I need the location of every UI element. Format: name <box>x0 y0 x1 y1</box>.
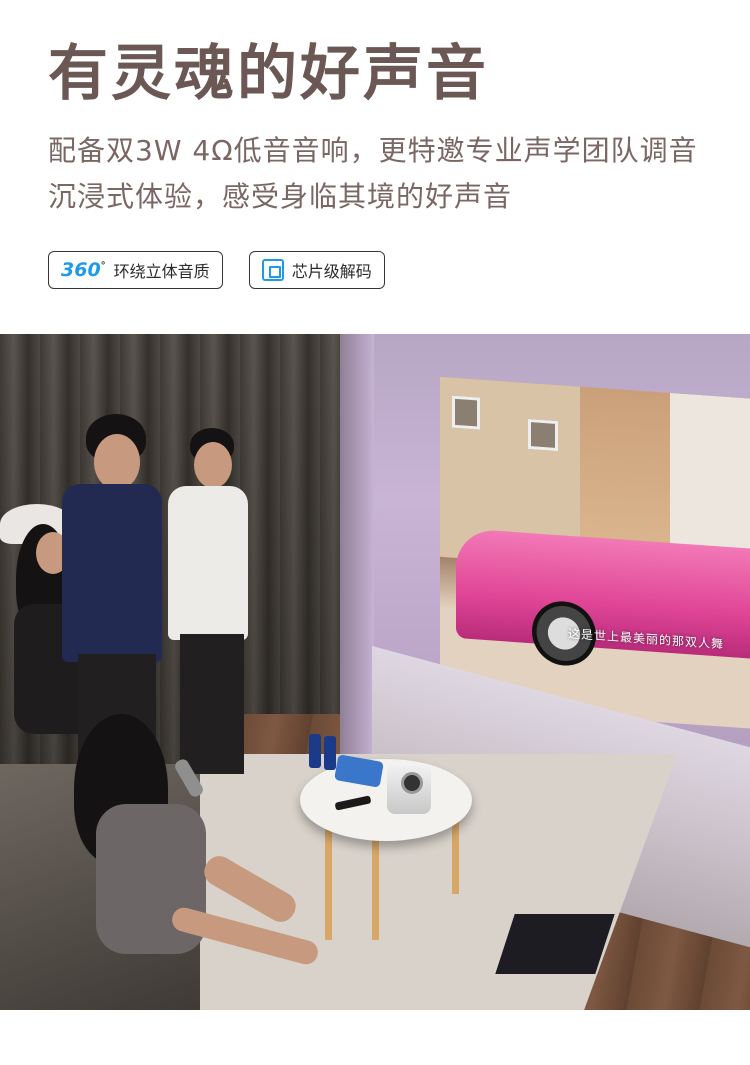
badge-chip-label: 芯片级解码 <box>291 262 372 281</box>
table-leg <box>325 814 332 940</box>
feature-description: 配备双3W 4Ω低音音响，更特邀专业声学团队调音 沉浸式体验，感受身临其境的好声… <box>48 128 728 220</box>
table-leg <box>372 824 379 940</box>
description-line-2: 沉浸式体验，感受身临其境的好声音 <box>48 180 513 213</box>
table-leg <box>452 814 459 894</box>
living-room-photo: 这是世上最美丽的那双人舞 <box>0 334 750 1010</box>
360-icon-degree: ° <box>100 260 106 272</box>
coffee-table <box>300 759 472 841</box>
badge-chip-decoding: 芯片级解码 <box>248 251 385 289</box>
projector <box>387 764 431 814</box>
headline: 有灵魂的好声音 <box>48 39 489 109</box>
product-feature-page: 有灵魂的好声音 配备双3W 4Ω低音音响，更特邀专业声学团队调音 沉浸式体验，感… <box>0 0 750 1065</box>
description-line-1: 配备双3W 4Ω低音音响，更特邀专业声学团队调音 <box>48 134 698 167</box>
badge-surround-label: 环绕立体音质 <box>113 262 210 281</box>
chip-icon <box>261 259 284 281</box>
feature-badges: 360° 环绕立体音质 芯片级解码 <box>48 251 385 289</box>
drink-can <box>324 736 336 770</box>
360-icon-text: 360 <box>61 259 101 281</box>
badge-surround-sound: 360° 环绕立体音质 <box>48 251 223 289</box>
drink-can <box>309 734 321 768</box>
360-surround-icon: 360° <box>61 259 106 281</box>
